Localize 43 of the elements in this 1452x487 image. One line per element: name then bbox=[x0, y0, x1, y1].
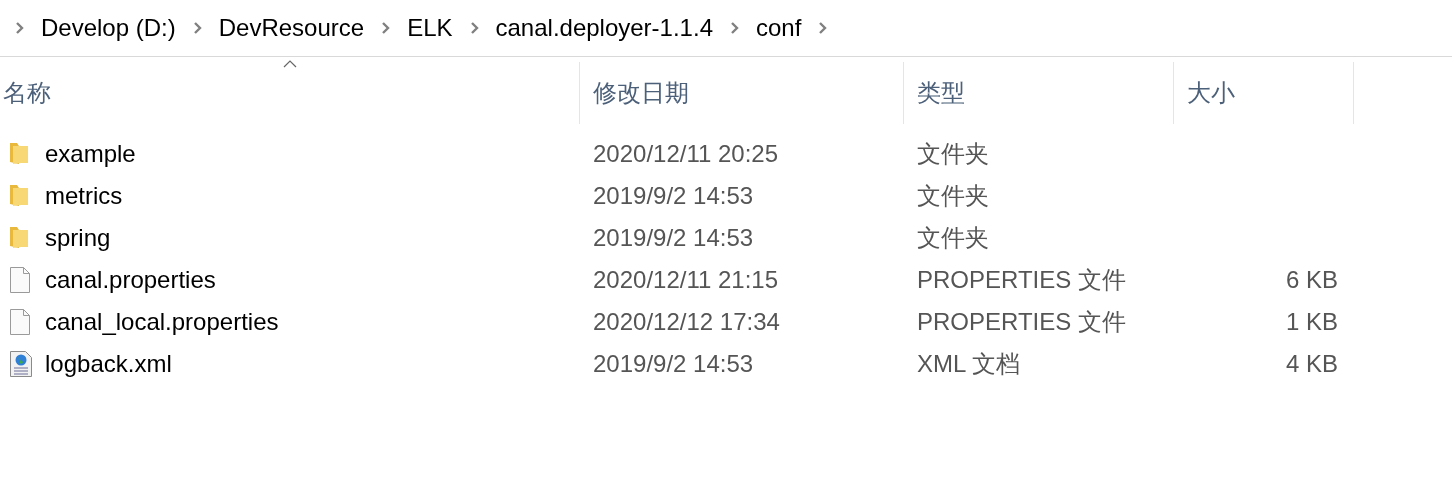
file-name[interactable]: canal_local.properties bbox=[45, 308, 279, 336]
file-name[interactable]: logback.xml bbox=[45, 350, 172, 378]
document-icon bbox=[9, 308, 31, 336]
chevron-icon[interactable] bbox=[192, 21, 203, 35]
column-header[interactable]: 名称 bbox=[0, 62, 580, 124]
breadcrumb-item[interactable]: DevResource bbox=[202, 14, 382, 42]
folder-icon bbox=[9, 142, 29, 166]
folder-icon bbox=[9, 226, 29, 250]
file-size: 1 KB bbox=[1284, 308, 1339, 336]
file-size: 4 KB bbox=[1284, 350, 1339, 378]
chevron-icon[interactable] bbox=[381, 21, 392, 35]
chevron-icon[interactable] bbox=[469, 21, 480, 35]
chevron-icon[interactable] bbox=[818, 21, 829, 35]
file-type: PROPERTIES 文件 bbox=[916, 265, 1127, 295]
breadcrumb-item[interactable]: conf bbox=[740, 14, 819, 42]
modified-date: 2020/12/11 20:25 bbox=[592, 140, 780, 168]
modified-date: 2019/9/2 14:53 bbox=[592, 182, 755, 210]
file-name[interactable]: metrics bbox=[45, 182, 123, 210]
file-name[interactable]: canal.properties bbox=[45, 266, 216, 294]
breadcrumb-item[interactable]: ELK bbox=[391, 14, 470, 42]
modified-date: 2019/9/2 14:53 bbox=[592, 224, 755, 252]
chevron-icon[interactable] bbox=[15, 21, 25, 35]
sort-ascending-icon bbox=[282, 60, 297, 68]
file-type: XML 文档 bbox=[916, 349, 1022, 379]
file-type: 文件夹 bbox=[916, 181, 990, 211]
document-icon bbox=[9, 266, 31, 294]
column-header[interactable]: 修改日期 bbox=[580, 62, 904, 124]
column-header[interactable]: 类型 bbox=[904, 62, 1174, 124]
file-type: PROPERTIES 文件 bbox=[916, 307, 1127, 337]
chevron-icon[interactable] bbox=[730, 21, 740, 35]
folder-icon bbox=[9, 184, 29, 208]
modified-date: 2020/12/12 17:34 bbox=[592, 308, 781, 336]
file-name[interactable]: spring bbox=[45, 224, 111, 252]
modified-date: 2020/12/11 21:15 bbox=[592, 266, 780, 294]
file-type: 文件夹 bbox=[916, 139, 990, 169]
modified-date: 2019/9/2 14:53 bbox=[592, 350, 755, 378]
column-header[interactable]: 大小 bbox=[1174, 62, 1354, 124]
breadcrumb-item[interactable]: canal.deployer-1.1.4 bbox=[479, 14, 730, 42]
file-size: 6 KB bbox=[1284, 266, 1339, 294]
web-document-icon bbox=[9, 350, 33, 378]
file-name[interactable]: example bbox=[45, 140, 136, 168]
breadcrumb-item[interactable]: Develop (D:) bbox=[25, 14, 193, 42]
file-type: 文件夹 bbox=[916, 223, 990, 253]
